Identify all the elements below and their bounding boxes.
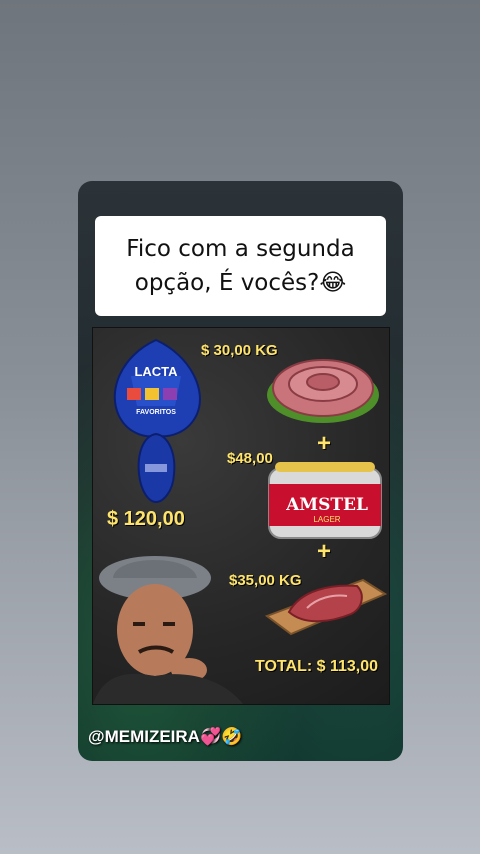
beer-brand-label: AMSTEL [285,495,368,515]
caption-line-2: opção, É vocês?😂 [134,270,347,296]
caption-box: Fico com a segunda opção, É vocês?😂 [95,216,386,316]
caption-line-1: Fico com a segunda [126,236,355,262]
easter-egg-image: LACTA FAVORITOS [113,338,201,504]
total-price: TOTAL: $ 113,00 [255,658,379,675]
sausage-image [267,359,379,423]
egg-brand-label: LACTA [134,364,178,379]
egg-product-label: FAVORITOS [136,409,176,416]
post-card[interactable]: Fico com a segunda opção, É vocês?😂 LACT… [78,181,403,761]
watermark-username: @MEMIZEIRA💞🤣 [88,727,243,746]
beer-pack-image: AMSTEL LAGER [268,462,382,539]
plus-sign-1: + [317,430,332,457]
egg-price: $ 120,00 [107,508,185,530]
man-with-hat-image [93,556,243,704]
meat-cut-image [264,578,388,636]
plus-sign-2: + [317,538,332,565]
beer-product-label: LAGER [313,515,340,524]
meme-image: LACTA FAVORITOS $ 120,00 $ 30,00 KG + $4… [92,327,390,705]
